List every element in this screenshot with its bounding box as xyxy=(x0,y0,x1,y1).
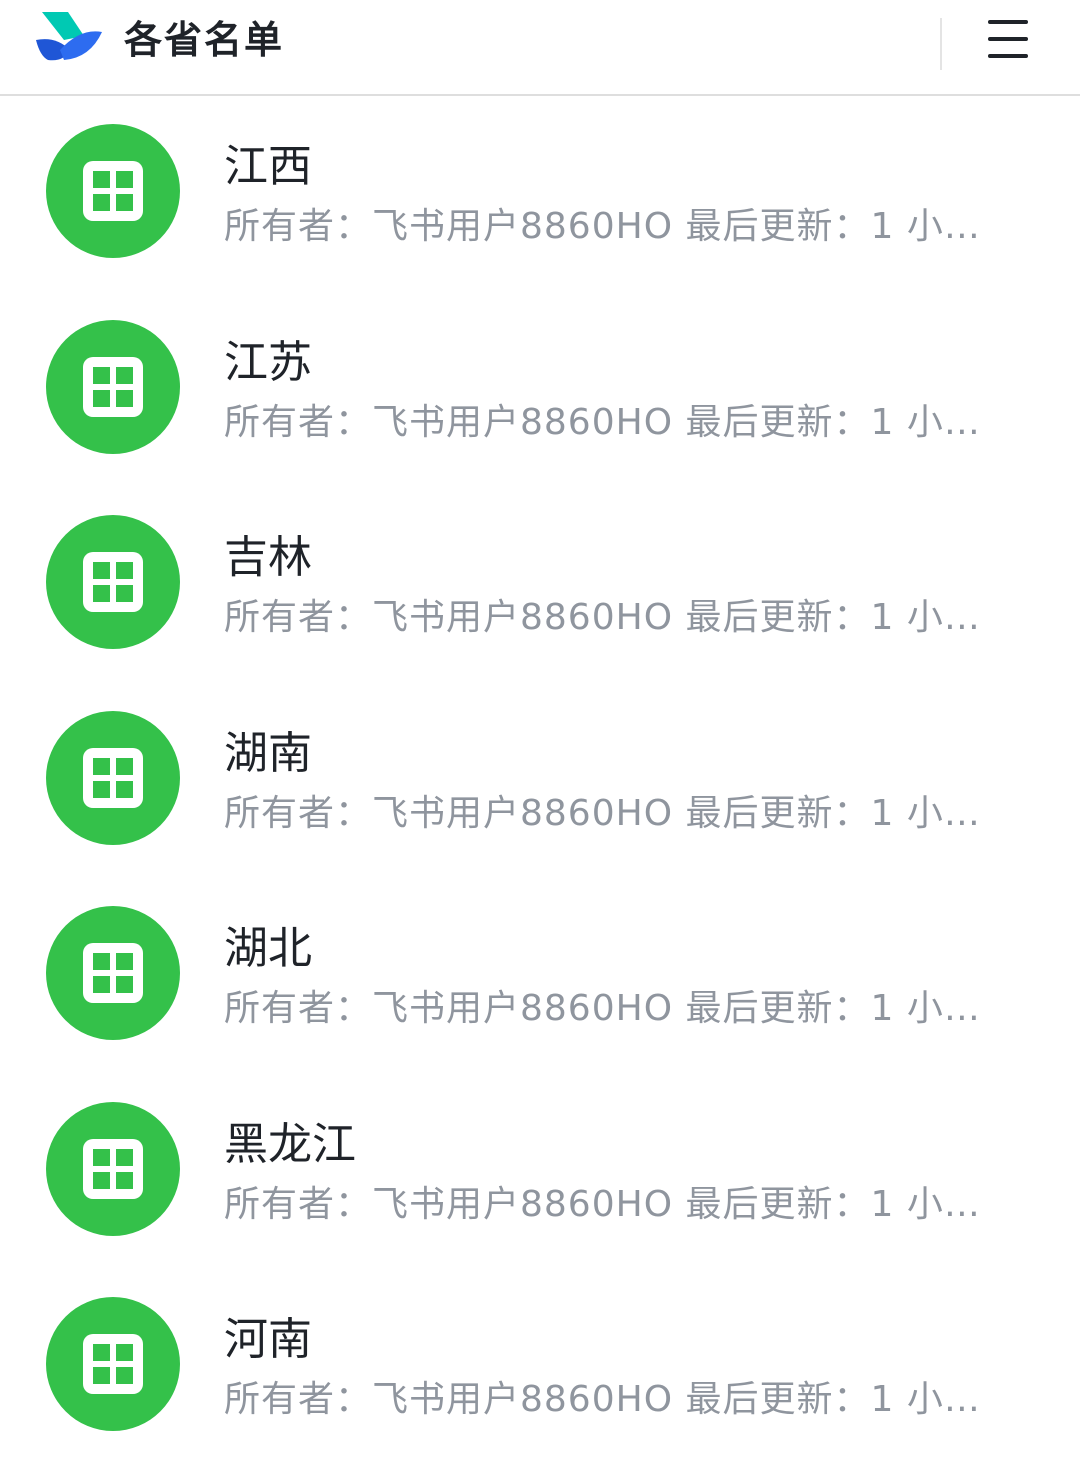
page-title: 各省名单 xyxy=(124,18,285,62)
item-meta: 所有者：飞书用户8860HO 最后更新：1 小时前 xyxy=(224,401,994,443)
item-title: 江西 xyxy=(224,141,312,192)
list-item[interactable]: 江西 所有者：飞书用户8860HO 最后更新：1 小时前 xyxy=(0,96,1080,292)
item-meta: 所有者：飞书用户8860HO 最后更新：1 小时前 xyxy=(224,597,994,638)
hamburger-menu-icon[interactable] xyxy=(976,14,1040,66)
list-item[interactable]: 河南 所有者：飞书用户8860HO 最后更新：1 小时前 xyxy=(0,1269,1080,1465)
sheet-icon xyxy=(46,124,180,258)
item-title: 黑龙江 xyxy=(224,1118,356,1170)
header-divider xyxy=(940,18,942,70)
item-meta: 所有者：飞书用户8860HO 最后更新：1 小时前 xyxy=(224,1183,994,1225)
list-item[interactable]: 湖北 所有者：飞书用户8860HO 最后更新：1 小时前 xyxy=(0,878,1080,1074)
list-item[interactable]: 吉林 所有者：飞书用户8860HO 最后更新：1 小时前 xyxy=(0,487,1080,683)
item-meta: 所有者：飞书用户8860HO 最后更新：1 小时前 xyxy=(224,792,994,834)
item-title: 河南 xyxy=(224,1314,312,1365)
list-item[interactable]: 湖南 所有者：飞书用户8860HO 最后更新：1 小时前 xyxy=(0,683,1080,879)
sheet-icon xyxy=(46,319,180,454)
item-title: 湖北 xyxy=(224,923,312,974)
list-item[interactable]: 江苏 所有者：飞书用户8860HO 最后更新：1 小时前 xyxy=(0,292,1080,488)
item-title: 吉林 xyxy=(224,532,312,583)
app-header: 各省名单 xyxy=(0,0,1080,96)
item-title: 江苏 xyxy=(224,336,312,388)
feishu-logo-icon[interactable] xyxy=(34,10,104,68)
item-meta: 所有者：飞书用户8860HO 最后更新：1 小时前 xyxy=(224,206,994,247)
sheet-icon xyxy=(46,1101,180,1236)
item-meta: 所有者：飞书用户8860HO 最后更新：1 小时前 xyxy=(224,1379,994,1420)
sheet-icon xyxy=(46,906,180,1040)
item-meta: 所有者：飞书用户8860HO 最后更新：1 小时前 xyxy=(224,988,994,1029)
sheet-icon xyxy=(46,1297,180,1431)
item-title: 湖南 xyxy=(224,727,312,779)
list-item[interactable]: 黑龙江 所有者：飞书用户8860HO 最后更新：1 小时前 xyxy=(0,1074,1080,1270)
document-list: 江西 所有者：飞书用户8860HO 最后更新：1 小时前 江苏 所有者：飞书用户… xyxy=(0,96,1080,1465)
sheet-icon xyxy=(46,515,180,649)
sheet-icon xyxy=(46,710,180,845)
